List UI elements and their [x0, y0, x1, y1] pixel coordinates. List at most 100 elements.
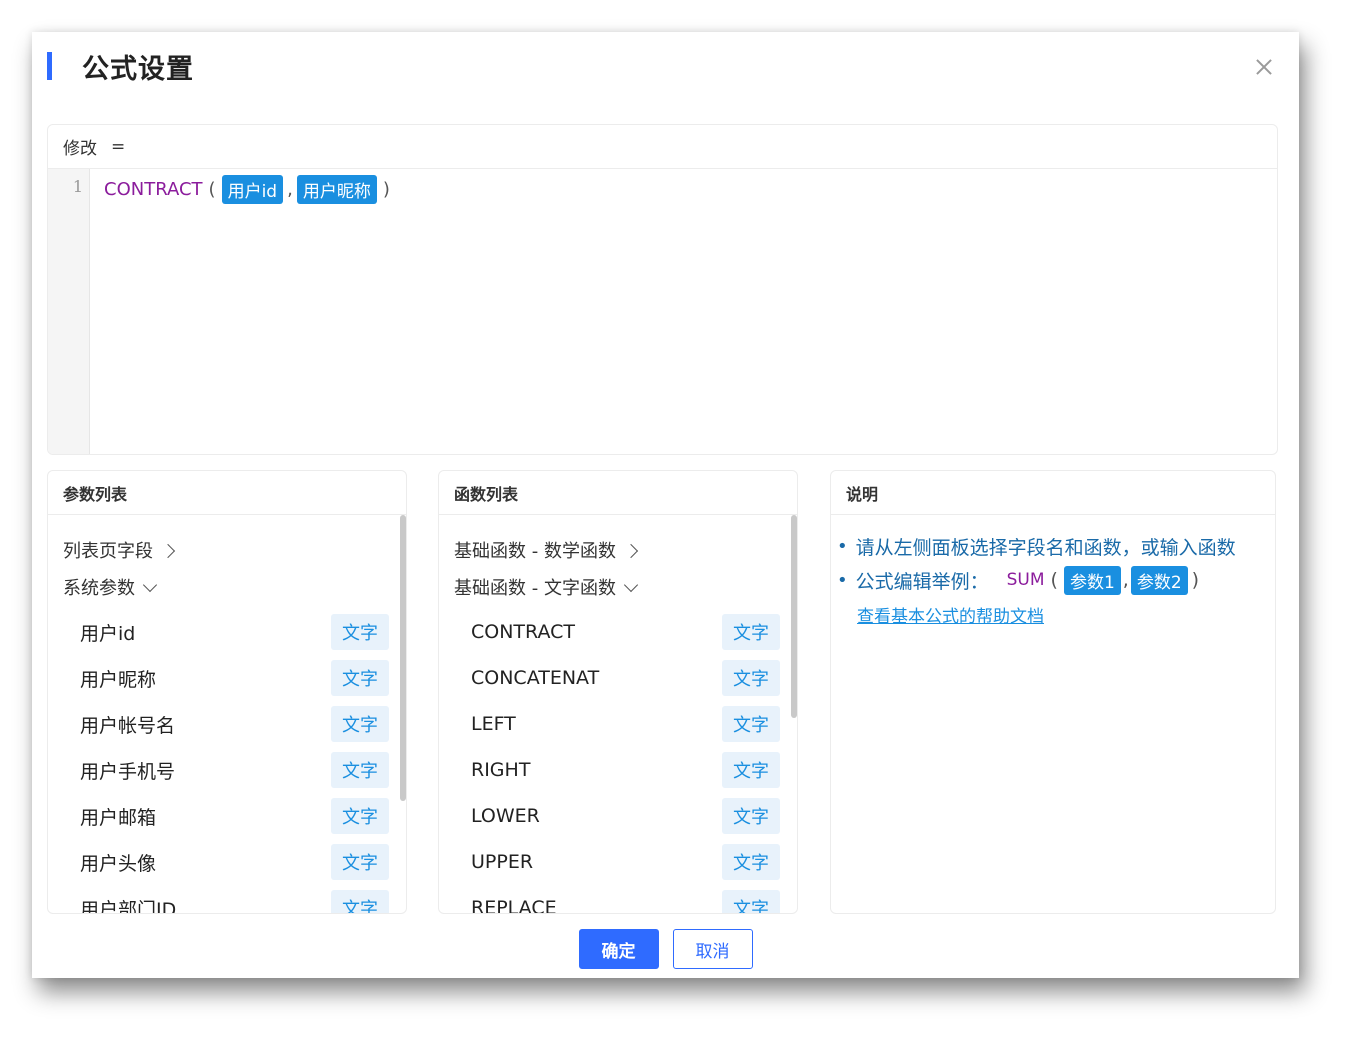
functions-panel-title: 函数列表: [439, 471, 797, 515]
description-item: • 公式编辑举例： SUM ( 参数1 , 参数2 ): [837, 563, 1275, 597]
function-label: LOWER: [471, 805, 540, 827]
example-arg-chip: 参数1: [1063, 565, 1121, 595]
example-separator: ,: [1122, 569, 1129, 591]
param-label: 用户id: [80, 622, 136, 645]
params-list: 列表页字段 系统参数 用户id 文字 用户昵称 文字 用户帐号名 文字 用户手机号 文字…: [48, 515, 406, 914]
formula-editor[interactable]: 1 CONTRACT ( 用户id , 用户昵称 ): [48, 169, 1277, 454]
example-label: 公式编辑举例：: [855, 570, 989, 593]
param-label: 用户部门ID: [80, 898, 177, 914]
type-tag: 文字: [722, 844, 780, 880]
function-item[interactable]: LOWER 文字: [439, 793, 797, 839]
function-label: LEFT: [471, 713, 516, 735]
dialog-header: 公式设置: [47, 50, 194, 85]
example-close-paren: ): [1191, 569, 1200, 591]
formula-editor-panel: 修改 = 1 CONTRACT ( 用户id , 用户昵称 ): [47, 124, 1278, 455]
editor-header: 修改 =: [48, 125, 1277, 169]
chevron-down-icon: [623, 577, 639, 592]
help-doc-link[interactable]: 查看基本公式的帮助文档: [857, 602, 1044, 627]
type-tag: 文字: [331, 890, 389, 913]
function-label: UPPER: [471, 851, 534, 873]
type-tag: 文字: [331, 752, 389, 788]
function-item[interactable]: CONTRACT 文字: [439, 609, 797, 655]
group-label: 系统参数: [63, 577, 135, 599]
type-tag: 文字: [722, 752, 780, 788]
param-label: 用户头像: [80, 852, 157, 875]
close-paren: ): [382, 178, 390, 200]
description-panel-title: 说明: [831, 471, 1275, 515]
type-tag: 文字: [722, 614, 780, 650]
formula-arg-chip[interactable]: 用户id: [221, 174, 284, 204]
function-label: REPLACE: [471, 897, 557, 914]
function-label: CONTRACT: [471, 621, 576, 643]
type-tag: 文字: [722, 660, 780, 696]
params-panel-title: 参数列表: [48, 471, 406, 515]
param-label: 用户邮箱: [80, 806, 157, 829]
title-accent-bar: [47, 52, 52, 80]
param-label: 用户帐号名: [80, 714, 176, 737]
params-scrollbar[interactable]: [400, 515, 406, 801]
dialog-title: 公式设置: [82, 53, 194, 85]
group-system-params[interactable]: 系统参数: [48, 568, 406, 605]
param-item[interactable]: 用户头像 文字: [48, 839, 406, 885]
type-tag: 文字: [331, 844, 389, 880]
group-label: 基础函数 - 数学函数: [454, 540, 616, 562]
group-math-functions[interactable]: 基础函数 - 数学函数: [439, 531, 797, 568]
help-link-row: 查看基本公式的帮助文档: [837, 597, 1275, 631]
type-tag: 文字: [722, 798, 780, 834]
type-tag: 文字: [722, 890, 780, 913]
type-tag: 文字: [331, 614, 389, 650]
description-list: • 请从左侧面板选择字段名和函数，或输入函数 • 公式编辑举例： SUM ( 参…: [831, 515, 1275, 631]
description-text: 请从左侧面板选择字段名和函数，或输入函数: [855, 536, 1236, 559]
line-number-gutter: 1: [48, 169, 90, 454]
function-item[interactable]: RIGHT 文字: [439, 747, 797, 793]
example-open-paren: (: [1050, 569, 1058, 591]
cancel-button[interactable]: 取消: [672, 929, 753, 969]
close-icon[interactable]: [1249, 52, 1279, 82]
function-label: RIGHT: [471, 759, 531, 781]
functions-list: 基础函数 - 数学函数 基础函数 - 文字函数 CONTRACT 文字 CONCA…: [439, 515, 797, 914]
description-panel: 说明 • 请从左侧面板选择字段名和函数，或输入函数 • 公式编辑举例： SUM …: [830, 470, 1276, 914]
function-label: CONCATENAT: [471, 667, 600, 689]
line-number: 1: [72, 177, 83, 196]
type-tag: 文字: [331, 660, 389, 696]
formula-settings-dialog: 公式设置 修改 = 1 CONTRACT ( 用户id , 用户昵称 ) 参数列…: [32, 32, 1299, 978]
chevron-down-icon: [142, 577, 158, 592]
params-panel: 参数列表 列表页字段 系统参数 用户id 文字 用户昵称 文字 用户帐号名 文字 用户…: [47, 470, 407, 914]
arg-separator: ,: [287, 178, 293, 200]
confirm-button[interactable]: 确定: [578, 929, 659, 969]
param-item[interactable]: 用户部门ID 文字: [48, 885, 406, 914]
param-label: 用户手机号: [80, 760, 176, 783]
param-item[interactable]: 用户id 文字: [48, 609, 406, 655]
param-item[interactable]: 用户邮箱 文字: [48, 793, 406, 839]
bullet-icon: •: [837, 535, 848, 557]
open-paren: (: [208, 178, 216, 200]
param-label: 用户昵称: [80, 668, 157, 691]
type-tag: 文字: [722, 706, 780, 742]
formula-arg-chip[interactable]: 用户昵称: [296, 174, 377, 204]
param-item[interactable]: 用户帐号名 文字: [48, 701, 406, 747]
param-item[interactable]: 用户昵称 文字: [48, 655, 406, 701]
group-text-functions[interactable]: 基础函数 - 文字函数: [439, 568, 797, 605]
functions-panel: 函数列表 基础函数 - 数学函数 基础函数 - 文字函数 CONTRACT 文字 …: [438, 470, 798, 914]
dialog-footer: 确定 取消: [32, 929, 1299, 969]
chevron-right-icon: [160, 543, 176, 558]
bullet-icon: •: [837, 569, 848, 591]
formula-function-name: CONTRACT: [104, 178, 203, 200]
function-item[interactable]: CONCATENAT 文字: [439, 655, 797, 701]
group-list-page-fields[interactable]: 列表页字段: [48, 531, 406, 568]
formula-code-line[interactable]: CONTRACT ( 用户id , 用户昵称 ): [90, 169, 410, 209]
group-label: 列表页字段: [63, 540, 153, 562]
description-item: • 请从左侧面板选择字段名和函数，或输入函数: [837, 529, 1275, 563]
example-arg-chip: 参数2: [1130, 565, 1188, 595]
type-tag: 文字: [331, 798, 389, 834]
chevron-right-icon: [623, 543, 639, 558]
function-item[interactable]: REPLACE 文字: [439, 885, 797, 914]
equals-sign: =: [111, 136, 126, 157]
example-function-name: SUM: [1006, 570, 1045, 590]
param-item[interactable]: 用户手机号 文字: [48, 747, 406, 793]
type-tag: 文字: [331, 706, 389, 742]
function-item[interactable]: UPPER 文字: [439, 839, 797, 885]
functions-scrollbar[interactable]: [791, 515, 797, 718]
field-name-label: 修改: [63, 139, 97, 159]
function-item[interactable]: LEFT 文字: [439, 701, 797, 747]
